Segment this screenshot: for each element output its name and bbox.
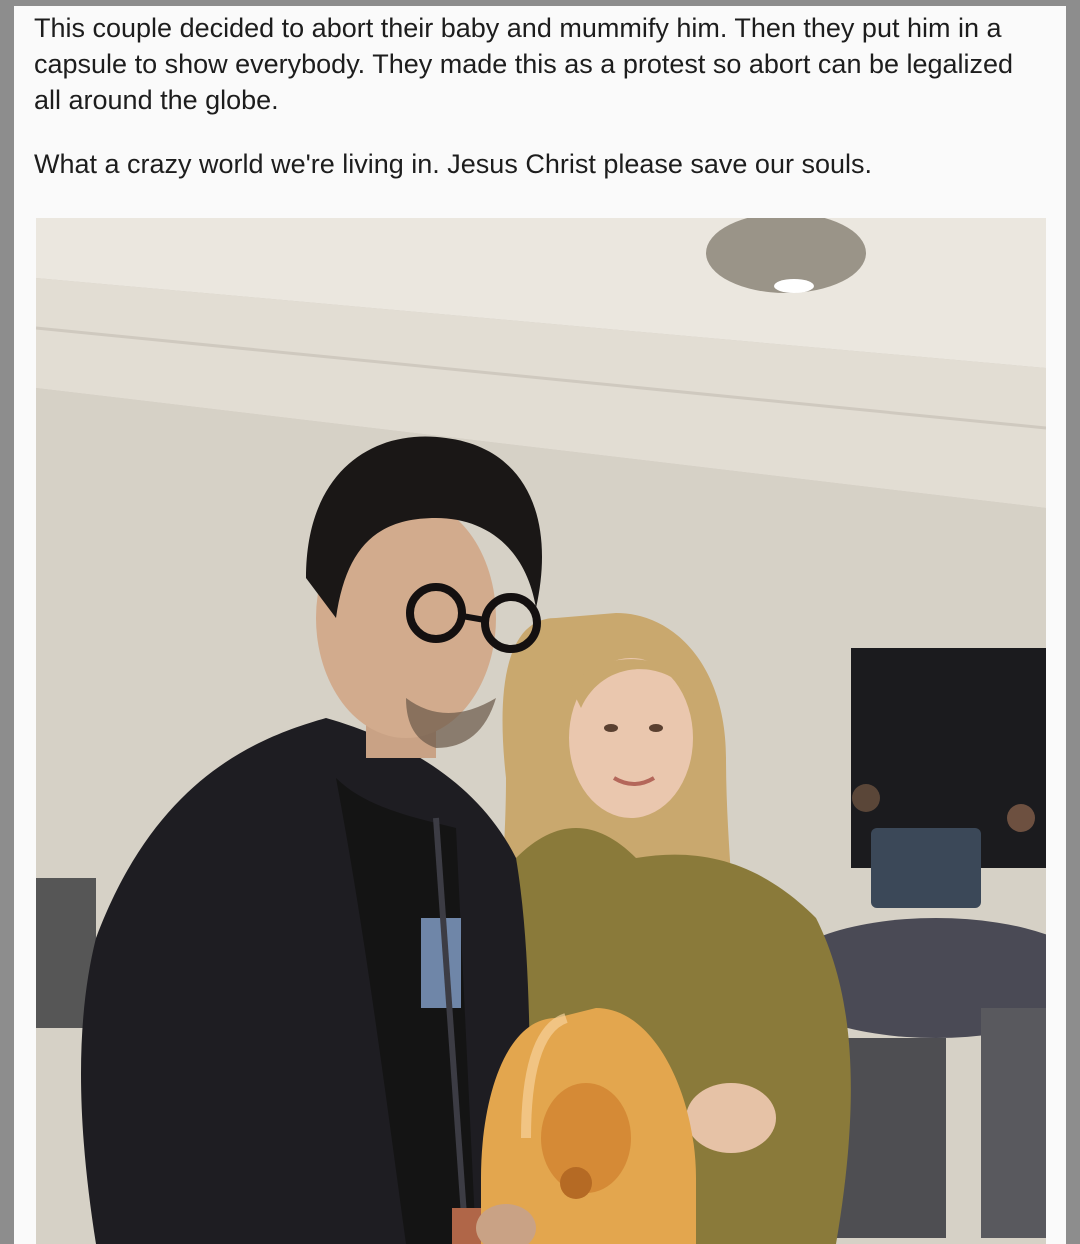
chair [836, 1038, 946, 1238]
post-caption: This couple decided to abort their baby … [34, 10, 1044, 182]
chair [981, 1008, 1046, 1238]
social-post: This couple decided to abort their baby … [14, 6, 1066, 1244]
caption-paragraph-2: What a crazy world we're living in. Jesu… [34, 149, 872, 179]
post-photo[interactable] [36, 218, 1046, 1244]
photo-illustration [36, 218, 1046, 1244]
caption-paragraph-1: This couple decided to abort their baby … [34, 13, 1014, 115]
woman-hand [686, 1083, 776, 1153]
